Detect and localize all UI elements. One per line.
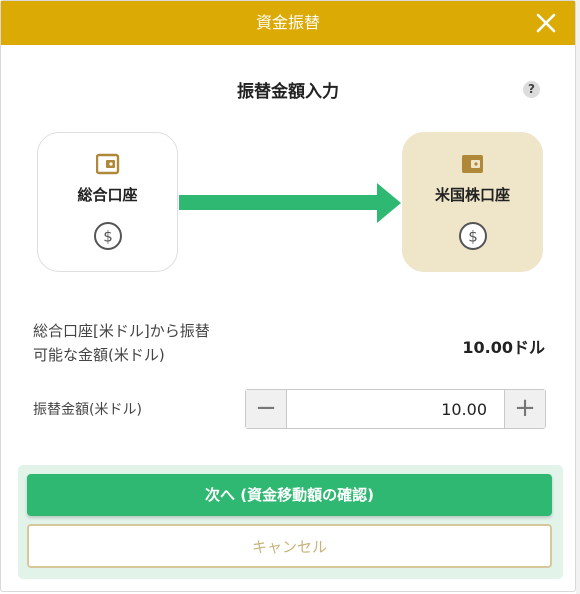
close-icon[interactable] [535,12,557,34]
available-label-line2: 可能な金額(米ドル) [33,346,165,364]
dollar-icon: $ [458,222,487,250]
transfer-amount-stepper: − + [245,389,546,429]
transfer-arrow-icon [179,183,401,223]
decrement-button[interactable]: − [246,390,287,428]
transfer-amount-label: 振替金額(米ドル) [33,402,142,418]
dialog-header: 資金振替 [1,1,575,45]
to-account-name: 米国株口座 [434,186,510,204]
to-account-card: 米国株口座 $ [402,132,543,272]
next-button[interactable]: 次へ (資金移動額の確認) [27,474,552,516]
increment-button[interactable]: + [504,390,545,428]
dialog-footer: 次へ (資金移動額の確認) キャンセル [18,465,563,579]
available-amount-label: 総合口座[米ドル]から振替 可能な金額(米ドル) [33,319,210,367]
available-amount-value: 10.00ドル [462,338,545,357]
transfer-amount-input[interactable] [287,390,495,428]
available-label-line1: 総合口座[米ドル]から振替 [33,322,210,340]
from-account-name: 総合口座 [77,186,138,204]
dollar-icon: $ [93,222,122,250]
dialog-title: 資金振替 [255,13,320,32]
wallet-icon [461,155,483,173]
fund-transfer-dialog: 資金振替 振替金額入力 ? 総合口座 $ 米国株口座 $ 総合口座[米ドル]から… [0,0,576,592]
from-account-card: 総合口座 $ [37,132,178,272]
page-backdrop [576,0,580,594]
svg-text:$: $ [468,228,478,246]
help-icon[interactable]: ? [523,81,540,98]
svg-text:$: $ [103,228,113,246]
cancel-button[interactable]: キャンセル [27,524,552,568]
wallet-icon [95,153,119,175]
section-title: 振替金額入力 [237,82,339,102]
